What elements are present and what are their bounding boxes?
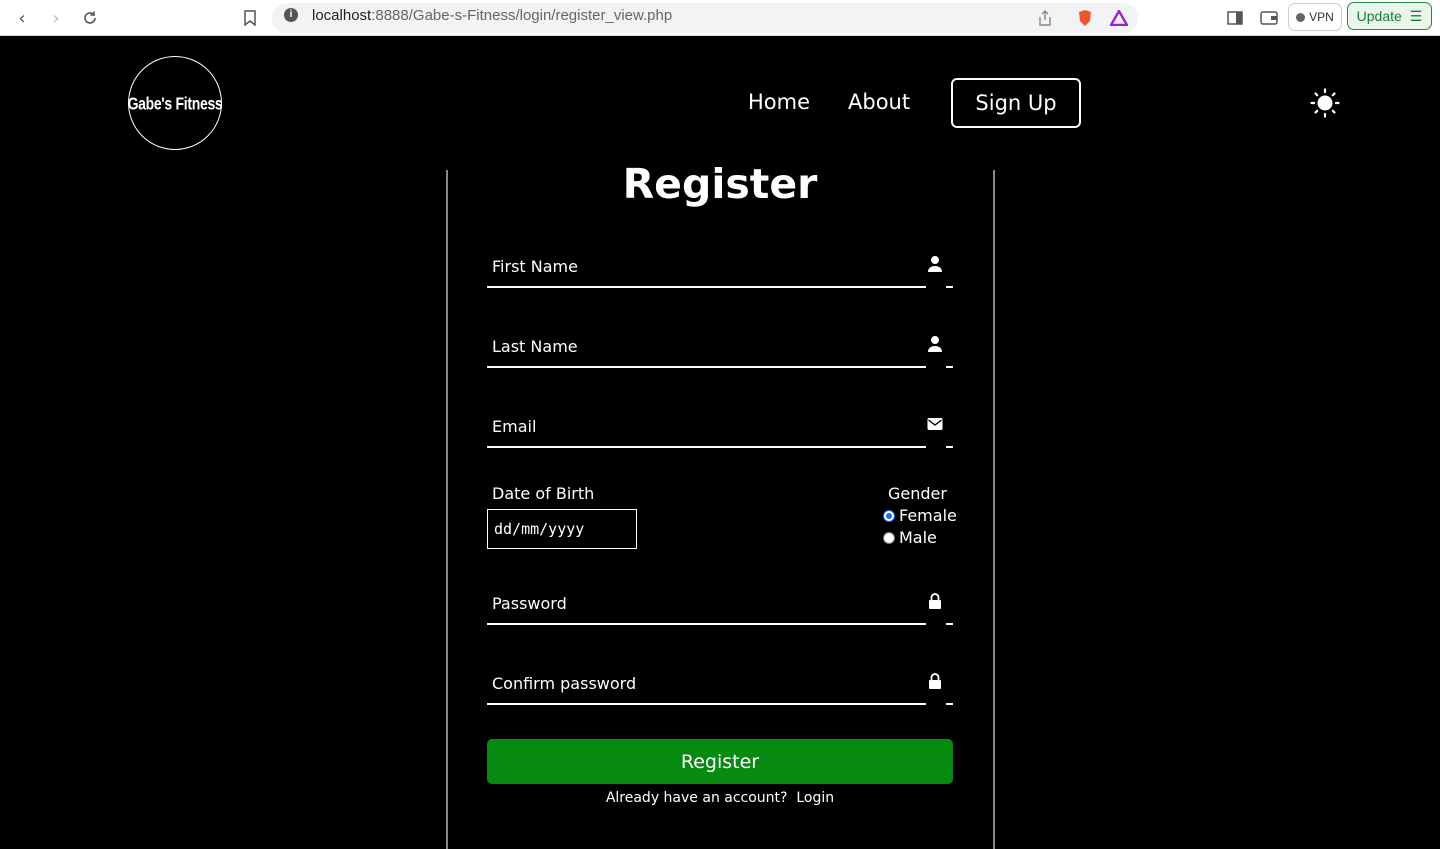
password-field[interactable]: Password xyxy=(487,593,953,654)
email-underline-end xyxy=(946,446,953,448)
wallet-icon[interactable] xyxy=(1255,4,1283,32)
confirm-password-underline-end xyxy=(946,703,953,705)
theme-toggle-sun-icon[interactable] xyxy=(1310,88,1340,118)
last-name-label: Last Name xyxy=(492,337,578,356)
login-link[interactable]: Login xyxy=(796,790,834,806)
forward-icon[interactable]: › xyxy=(42,4,70,32)
signup-button[interactable]: Sign Up xyxy=(951,78,1081,128)
vpn-label: VPN xyxy=(1309,10,1334,24)
menu-icon: ☰ xyxy=(1409,7,1423,24)
confirm-password-label: Confirm password xyxy=(492,674,637,693)
dob-label: Date of Birth xyxy=(492,484,595,503)
email-field[interactable]: Email xyxy=(487,417,953,477)
site-logo[interactable]: Gabe's Fitness xyxy=(127,56,223,150)
brave-shield-icon[interactable] xyxy=(1071,4,1099,32)
share-icon[interactable] xyxy=(1031,4,1059,32)
update-label: Update xyxy=(1356,8,1402,24)
gender-option-female[interactable]: Female xyxy=(883,506,957,525)
user-icon xyxy=(928,336,942,352)
envelope-icon xyxy=(927,418,943,430)
url-text[interactable]: localhost:8888/Gabe-s-Fitness/login/regi… xyxy=(312,7,672,24)
logo-text: Gabe's Fitness xyxy=(127,93,223,113)
last-name-field[interactable]: Last Name xyxy=(487,336,953,397)
password-underline-end xyxy=(946,623,953,625)
nav-about-link[interactable]: About xyxy=(848,90,910,114)
last-name-underline-end xyxy=(946,366,953,368)
dob-input[interactable]: dd/mm/yyyy xyxy=(487,509,637,549)
vpn-status-icon xyxy=(1296,12,1306,22)
login-prompt: Already have an account? Login xyxy=(0,790,1440,806)
lock-icon xyxy=(929,593,941,609)
male-radio[interactable] xyxy=(883,531,895,544)
gender-option-male[interactable]: Male xyxy=(883,528,937,547)
email-label: Email xyxy=(492,417,537,436)
site-info-icon[interactable]: i xyxy=(284,8,298,22)
first-name-underline-end xyxy=(946,286,953,288)
back-icon[interactable]: ‹ xyxy=(8,4,36,32)
vpn-button[interactable]: VPN xyxy=(1288,3,1342,31)
female-label: Female xyxy=(899,506,957,525)
first-name-underline xyxy=(487,286,926,288)
brave-rewards-icon[interactable] xyxy=(1105,4,1133,32)
confirm-password-field[interactable]: Confirm password xyxy=(487,673,953,734)
page-title: Register xyxy=(622,160,818,208)
register-button[interactable]: Register xyxy=(487,739,953,784)
sidebar-icon[interactable] xyxy=(1221,4,1249,32)
first-name-label: First Name xyxy=(492,257,578,276)
first-name-field[interactable]: First Name xyxy=(487,256,953,317)
lock-icon xyxy=(929,673,941,689)
reload-icon[interactable] xyxy=(76,4,104,32)
user-icon xyxy=(928,256,942,272)
password-label: Password xyxy=(492,594,567,613)
gender-label: Gender xyxy=(888,484,947,503)
update-button[interactable]: Update ☰ xyxy=(1347,2,1432,30)
confirm-password-underline xyxy=(487,703,926,705)
male-label: Male xyxy=(899,528,937,547)
password-underline xyxy=(487,623,926,625)
login-prompt-text: Already have an account? xyxy=(605,790,788,806)
female-radio[interactable] xyxy=(883,509,895,522)
browser-toolbar: ‹ › i localhost:8888/Gabe-s-Fitness/logi… xyxy=(0,0,1440,36)
bookmark-icon[interactable] xyxy=(236,4,264,32)
last-name-underline xyxy=(487,366,926,368)
nav-home-link[interactable]: Home xyxy=(748,90,810,114)
email-underline xyxy=(487,446,926,448)
